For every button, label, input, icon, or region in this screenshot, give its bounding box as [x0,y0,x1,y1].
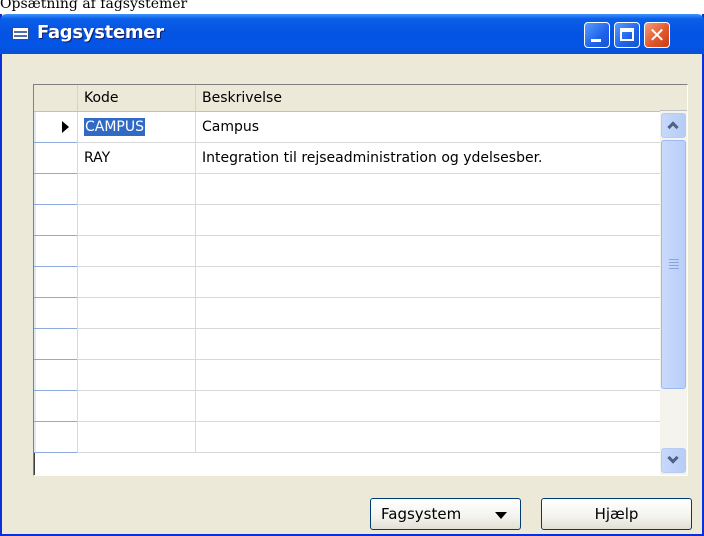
fagsystem-table[interactable]: Kode Beskrivelse CAMPUS Campus RAY Integrat… [33,84,688,476]
cell-beskrivelse[interactable] [196,360,660,391]
cell-beskrivelse[interactable] [196,298,660,329]
vertical-scrollbar[interactable] [660,85,687,475]
chevron-up-icon [667,121,679,133]
scroll-up-button[interactable] [661,113,686,138]
table-row[interactable] [34,360,660,391]
scrollbar-thumb[interactable] [661,140,686,389]
close-button[interactable]: ✕ [644,22,670,48]
row-selector[interactable] [34,329,78,360]
row-selector[interactable] [34,236,78,267]
table-header: Kode Beskrivelse [34,85,660,112]
cell-beskrivelse[interactable] [196,391,660,422]
cell-beskrivelse[interactable]: Campus [196,112,660,143]
help-button[interactable]: Hjælp [541,498,692,530]
row-selector-header[interactable] [34,85,78,111]
row-selector[interactable] [34,267,78,298]
window-title: Fagsystemer [37,22,164,43]
table-row[interactable]: CAMPUS Campus [34,112,660,143]
table-row[interactable] [34,236,660,267]
cell-kode[interactable] [78,298,196,329]
table-row[interactable] [34,205,660,236]
cell-kode[interactable] [78,205,196,236]
cell-kode[interactable] [78,174,196,205]
grip-line [669,268,679,269]
table-row[interactable] [34,391,660,422]
grip-line [669,259,679,260]
table-row[interactable] [34,329,660,360]
cell-kode[interactable] [78,391,196,422]
table-row[interactable] [34,174,660,205]
grip-line [669,262,679,263]
row-selector[interactable] [34,174,78,205]
row-selector[interactable] [34,143,78,174]
cell-beskrivelse[interactable]: Integration til rejseadministration og y… [196,143,660,174]
cell-kode-text: CAMPUS [84,118,146,136]
cell-kode[interactable] [78,422,196,453]
cell-kode[interactable] [78,360,196,391]
cell-beskrivelse[interactable] [196,236,660,267]
fagsystem-button-label: Fagsystem [381,505,462,523]
maximize-button[interactable] [614,22,640,48]
chevron-down-icon [667,452,679,464]
cell-kode[interactable] [78,267,196,298]
row-pointer-icon [62,121,69,133]
cell-beskrivelse[interactable] [196,205,660,236]
cell-beskrivelse[interactable] [196,329,660,360]
table-body: CAMPUS Campus RAY Integration til rejseadmi… [34,112,660,453]
title-bar[interactable]: Fagsystemer ✕ [0,14,704,54]
table-row[interactable] [34,298,660,329]
minimize-icon [591,39,601,42]
cell-beskrivelse[interactable] [196,267,660,298]
cell-kode[interactable] [78,236,196,267]
column-header-kode[interactable]: Kode [78,85,196,111]
table-icon [12,27,29,40]
table-row[interactable] [34,267,660,298]
row-selector[interactable] [34,205,78,236]
row-selector[interactable] [34,422,78,453]
column-header-beskrivelse[interactable]: Beskrivelse [196,85,660,111]
row-selector[interactable] [34,112,78,143]
fagsystem-menu-button[interactable]: Fagsystem [370,498,521,530]
dropdown-arrow-icon [495,512,507,519]
minimize-button[interactable] [584,22,610,48]
row-selector[interactable] [34,360,78,391]
cell-kode[interactable] [78,329,196,360]
row-selector[interactable] [34,391,78,422]
row-selector[interactable] [34,298,78,329]
cell-beskrivelse[interactable] [196,174,660,205]
background-caption: Opsætning af fagsystemer [0,0,250,15]
maximize-icon [620,28,634,41]
cell-kode[interactable]: RAY [78,143,196,174]
close-icon: ✕ [648,23,666,47]
scrollbar-header-corner [660,85,687,111]
table-row[interactable]: RAY Integration til rejseadministration o… [34,143,660,174]
cell-kode[interactable]: CAMPUS [78,112,196,143]
grip-line [669,265,679,266]
scroll-down-button[interactable] [661,448,686,473]
fagsystemer-window: Fagsystemer ✕ Kode Beskrivelse CAMPUS Cam… [0,14,704,536]
cell-beskrivelse[interactable] [196,422,660,453]
table-row[interactable] [34,422,660,453]
